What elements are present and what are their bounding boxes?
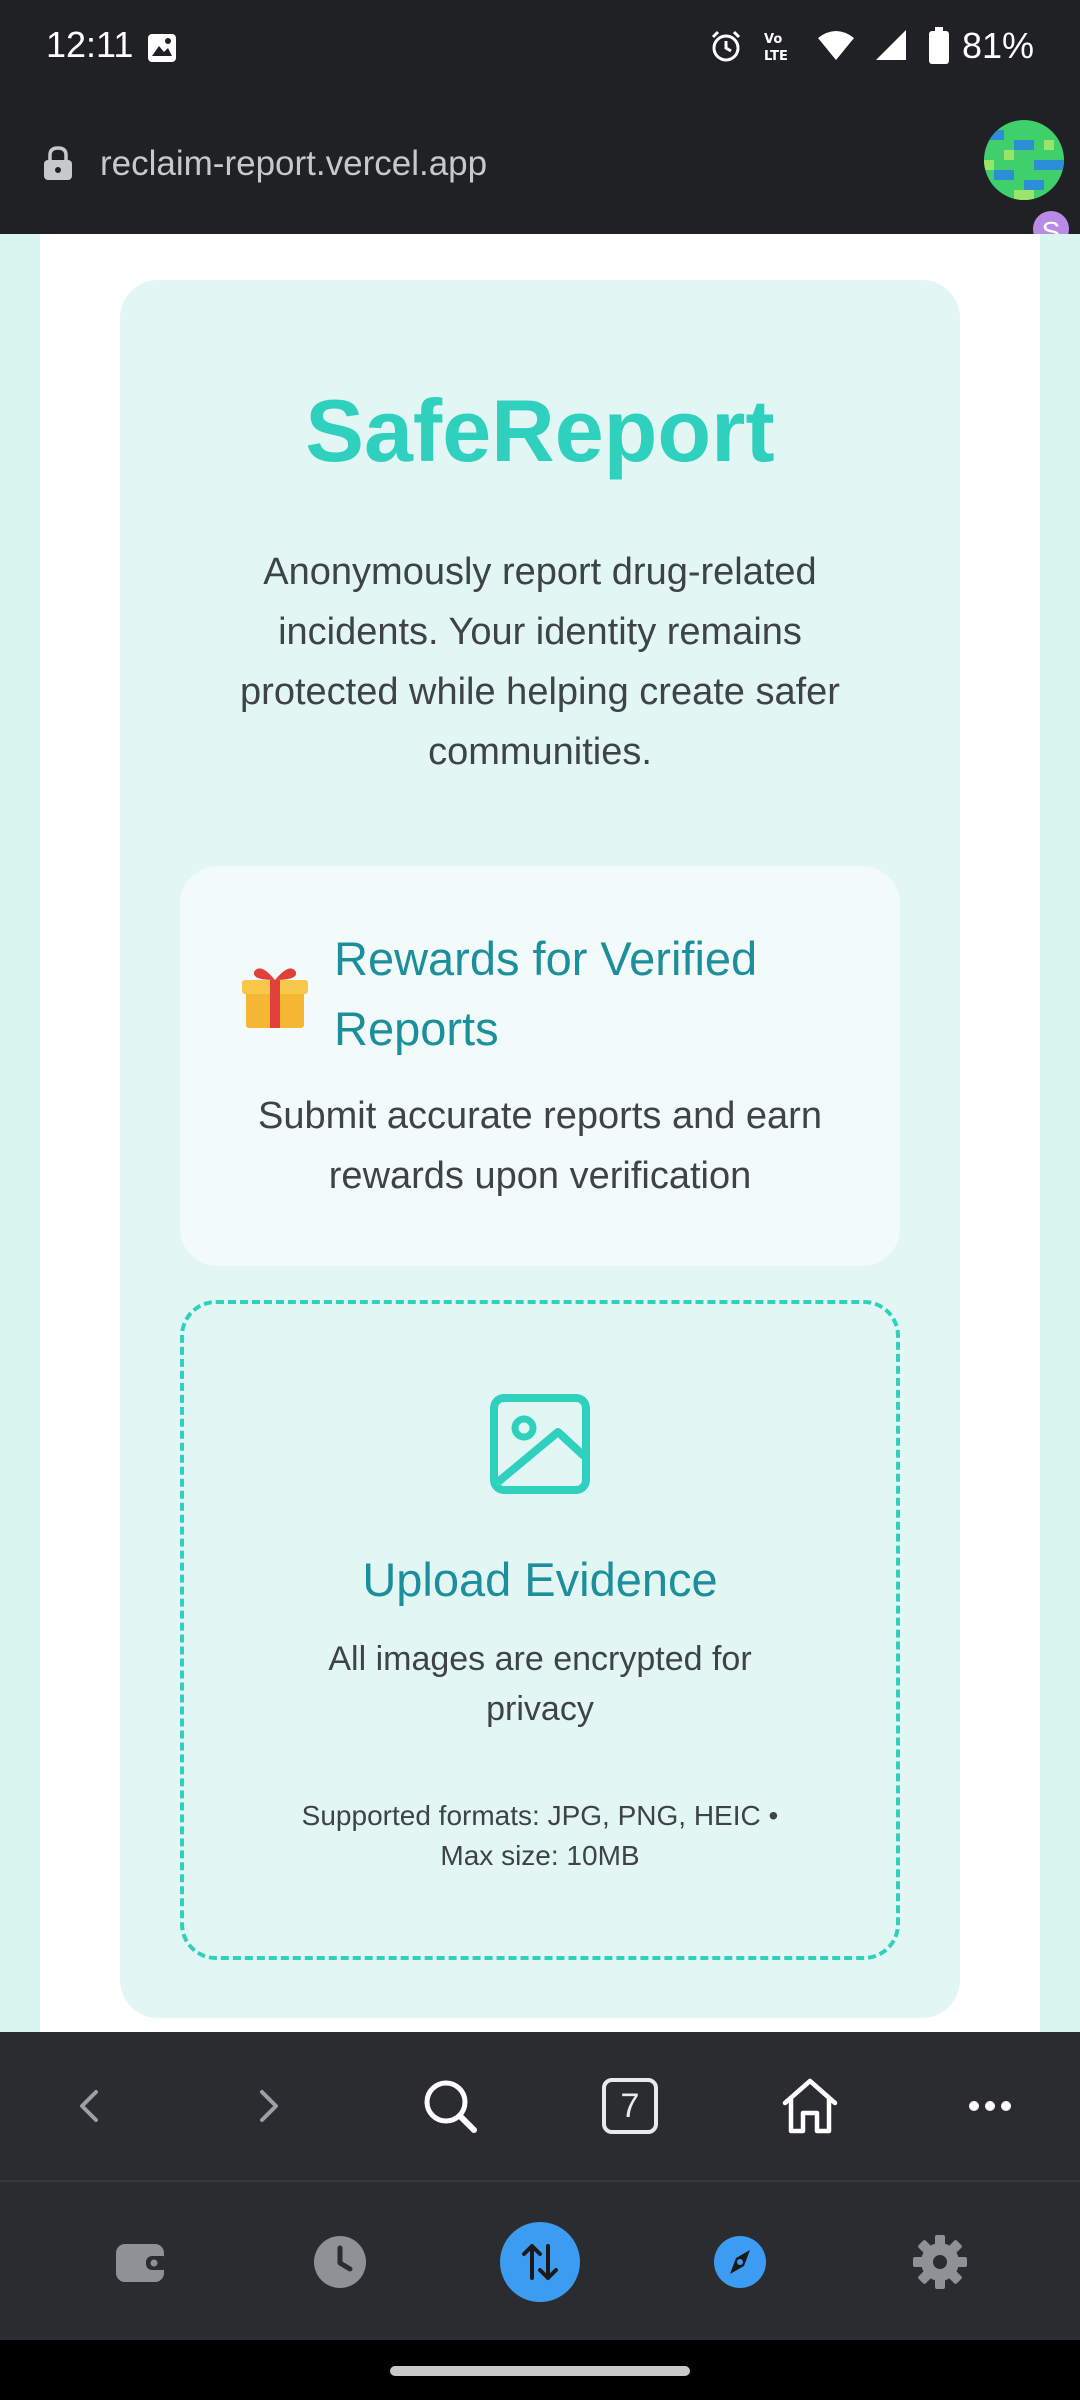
upload-formats: Supported formats: JPG, PNG, HEIC • Max … — [301, 1800, 779, 1871]
transfer-icon — [522, 2244, 558, 2280]
back-button[interactable] — [54, 2070, 126, 2142]
report-card: SafeReport Anonymously report drug-relat… — [120, 280, 960, 2018]
avatar-pattern-icon — [984, 120, 1064, 200]
history-button[interactable] — [300, 2222, 380, 2302]
search-icon — [424, 2080, 477, 2133]
status-time: 12:11 — [46, 24, 134, 65]
search-button[interactable] — [414, 2070, 486, 2142]
bottom-bar — [0, 2182, 1080, 2340]
history-icon — [314, 2236, 366, 2288]
tabs-button[interactable]: 7 — [594, 2070, 666, 2142]
signal-icon — [875, 30, 906, 60]
volte-icon: Vo LTE — [764, 32, 788, 64]
gift-icon — [242, 968, 308, 1028]
rewards-title: Rewards for Verified Reports — [334, 932, 758, 1055]
home-gesture-handle[interactable] — [390, 2366, 690, 2376]
profile-avatar[interactable] — [984, 120, 1064, 200]
more-button[interactable] — [954, 2070, 1026, 2142]
settings-button[interactable] — [900, 2222, 980, 2302]
page-container: SafeReport Anonymously report drug-relat… — [40, 234, 1040, 2032]
lock-icon[interactable] — [40, 144, 76, 182]
svg-text:LTE: LTE — [764, 49, 788, 64]
upload-dropzone[interactable]: Upload Evidence All images are encrypted… — [180, 1300, 900, 1960]
home-icon — [782, 2078, 838, 2134]
wallet-button[interactable] — [100, 2222, 180, 2302]
gesture-bar — [0, 2340, 1080, 2400]
wifi-icon — [817, 31, 854, 60]
alarm-icon — [711, 30, 740, 62]
rewards-box: Rewards for Verified Reports Submit accu… — [180, 866, 900, 1266]
status-bar: 12:11 Vo LTE 81% — [0, 0, 1080, 92]
wallet-icon — [116, 2244, 168, 2282]
image-icon — [490, 1394, 590, 1494]
url-text[interactable]: reclaim-report.vercel.app — [100, 144, 487, 184]
settings-icon — [913, 2235, 967, 2289]
rewards-text: Submit accurate reports and earn rewards… — [258, 1095, 822, 1197]
forward-icon — [260, 2090, 278, 2122]
forward-button[interactable] — [232, 2070, 304, 2142]
transfer-button[interactable] — [500, 2222, 580, 2302]
upload-description: All images are encrypted for privacy — [328, 1640, 752, 1728]
upload-title[interactable]: Upload Evidence — [184, 1552, 896, 1607]
app-title: SafeReport — [305, 381, 775, 480]
compass-icon — [714, 2236, 766, 2288]
browser-toolbar: 7 — [0, 2032, 1080, 2182]
discover-button[interactable] — [700, 2222, 780, 2302]
tabs-icon: 7 — [602, 2078, 658, 2134]
svg-text:Vo: Vo — [764, 32, 782, 47]
address-bar[interactable]: reclaim-report.vercel.app S — [0, 92, 1080, 250]
home-button[interactable] — [774, 2070, 846, 2142]
back-icon — [80, 2090, 98, 2122]
battery-percent: 81% — [961, 25, 1034, 66]
web-viewport[interactable]: SafeReport Anonymously report drug-relat… — [0, 234, 1080, 2032]
photos-icon — [148, 34, 176, 62]
app-intro: Anonymously report drug-related incident… — [240, 551, 840, 773]
battery-icon — [928, 27, 949, 64]
more-icon — [969, 2101, 1011, 2111]
